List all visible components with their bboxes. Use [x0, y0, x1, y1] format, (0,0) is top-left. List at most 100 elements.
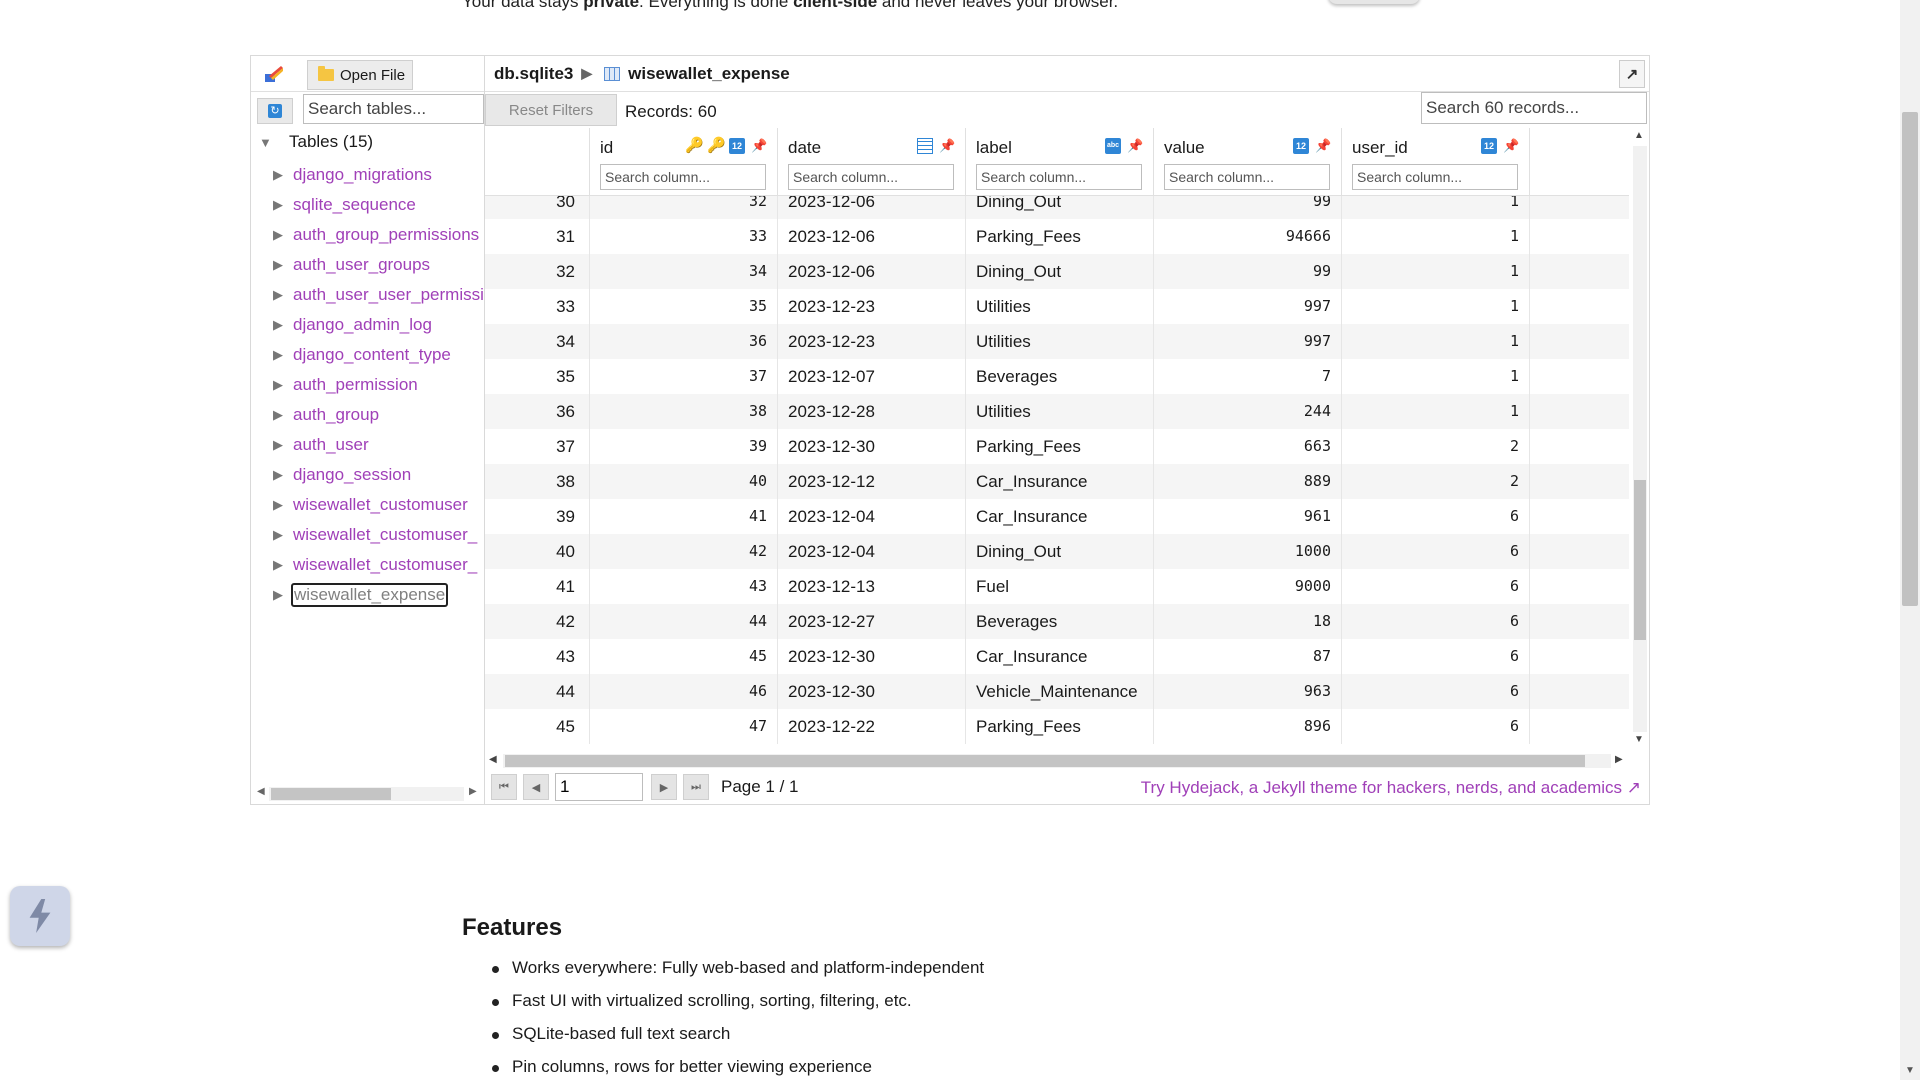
row-number[interactable]: 32 — [485, 254, 589, 289]
cell-value[interactable]: 1000 — [1153, 534, 1341, 569]
row-number[interactable]: 40 — [485, 534, 589, 569]
expand-right-icon[interactable]: ▶ — [251, 407, 291, 423]
cell-date[interactable]: 2023-12-12 — [777, 464, 965, 499]
open-external-button[interactable]: ↗ — [1619, 60, 1645, 88]
table-row[interactable]: 44 46 2023-12-30 Vehicle_Maintenance 963 6 — [485, 674, 1629, 709]
row-number[interactable]: 34 — [485, 324, 589, 359]
row-number[interactable]: 43 — [485, 639, 589, 674]
table-row[interactable]: 33 35 2023-12-23 Utilities 997 1 — [485, 289, 1629, 324]
refresh-button[interactable]: ↻ — [257, 98, 293, 124]
grid-horizontal-scrollbar[interactable]: ◀ ▶ — [485, 750, 1629, 770]
cell-date[interactable]: 2023-12-06 — [777, 254, 965, 289]
row-number[interactable]: 33 — [485, 289, 589, 324]
scroll-down-arrow[interactable]: ▼ — [1634, 734, 1644, 745]
cell-label[interactable]: Car_Insurance — [965, 499, 1153, 534]
scroll-left-arrow[interactable]: ◀ — [257, 786, 265, 797]
row-number[interactable]: 36 — [485, 394, 589, 429]
column-search-input-value[interactable] — [1164, 164, 1330, 190]
cell-user_id[interactable]: 1 — [1341, 394, 1529, 429]
cell-id[interactable]: 47 — [589, 709, 777, 744]
table-row[interactable]: 32 34 2023-12-06 Dining_Out 99 1 — [485, 254, 1629, 289]
sidebar-table-item[interactable]: ▶ wisewallet_customuser_ — [251, 520, 484, 550]
cell-label[interactable]: Utilities — [965, 394, 1153, 429]
cell-value[interactable]: 997 — [1153, 324, 1341, 359]
pin-column-icon[interactable]: 📌 — [939, 138, 955, 154]
cell-label[interactable]: Fuel — [965, 569, 1153, 604]
scroll-right-arrow[interactable]: ▶ — [1615, 754, 1623, 765]
row-number[interactable]: 41 — [485, 569, 589, 604]
cell-label[interactable]: Parking_Fees — [965, 219, 1153, 254]
expand-right-icon[interactable]: ▶ — [251, 317, 291, 333]
cell-date[interactable]: 2023-12-22 — [777, 709, 965, 744]
sidebar-horizontal-scrollbar[interactable]: ◀ ▶ — [251, 780, 484, 802]
cell-value[interactable]: 99 — [1153, 254, 1341, 289]
table-name-link[interactable]: sqlite_sequence — [291, 194, 418, 216]
table-name-link[interactable]: auth_user_groups — [291, 254, 432, 276]
floating-action-button[interactable] — [10, 886, 70, 946]
column-search-input-label[interactable] — [976, 164, 1142, 190]
expand-right-icon[interactable]: ▶ — [251, 437, 291, 453]
table-row[interactable]: 39 41 2023-12-04 Car_Insurance 961 6 — [485, 499, 1629, 534]
cell-label[interactable]: Parking_Fees — [965, 429, 1153, 464]
table-row[interactable]: 42 44 2023-12-27 Beverages 18 6 — [485, 604, 1629, 639]
cell-date[interactable]: 2023-12-06 — [777, 219, 965, 254]
prev-page-button[interactable]: ◀ — [523, 774, 549, 800]
table-row[interactable]: 31 33 2023-12-06 Parking_Fees 94666 1 — [485, 219, 1629, 254]
expand-right-icon[interactable]: ▶ — [251, 467, 291, 483]
table-row[interactable]: 38 40 2023-12-12 Car_Insurance 889 2 — [485, 464, 1629, 499]
expand-right-icon[interactable]: ▶ — [251, 347, 291, 363]
row-number[interactable]: 44 — [485, 674, 589, 709]
table-name-link[interactable]: django_session — [291, 464, 413, 486]
cell-id[interactable]: 36 — [589, 324, 777, 359]
cell-value[interactable]: 87 — [1153, 639, 1341, 674]
cell-id[interactable]: 43 — [589, 569, 777, 604]
table-name-link[interactable]: django_admin_log — [291, 314, 434, 336]
pin-column-icon[interactable]: 📌 — [1315, 138, 1331, 154]
table-row[interactable]: 34 36 2023-12-23 Utilities 997 1 — [485, 324, 1629, 359]
expand-right-icon[interactable]: ▶ — [251, 287, 291, 303]
cell-id[interactable]: 45 — [589, 639, 777, 674]
sidebar-table-item[interactable]: ▶ sqlite_sequence — [251, 190, 484, 220]
last-page-button[interactable]: ⏭ — [683, 774, 709, 800]
expand-right-icon[interactable]: ▶ — [251, 257, 291, 273]
table-row[interactable]: 35 37 2023-12-07 Beverages 7 1 — [485, 359, 1629, 394]
cell-id[interactable]: 38 — [589, 394, 777, 429]
cell-date[interactable]: 2023-12-28 — [777, 394, 965, 429]
top-button[interactable] — [1328, 0, 1420, 4]
cell-user_id[interactable]: 2 — [1341, 464, 1529, 499]
cell-label[interactable]: Car_Insurance — [965, 464, 1153, 499]
sidebar-table-item[interactable]: ▶ wisewallet_customuser — [251, 490, 484, 520]
table-row[interactable]: 41 43 2023-12-13 Fuel 9000 6 — [485, 569, 1629, 604]
page-number-input[interactable] — [555, 773, 643, 801]
cell-user_id[interactable]: 1 — [1341, 289, 1529, 324]
cell-user_id[interactable]: 6 — [1341, 709, 1529, 744]
cell-value[interactable]: 961 — [1153, 499, 1341, 534]
cell-user_id[interactable]: 1 — [1341, 219, 1529, 254]
cell-user_id[interactable]: 1 — [1341, 324, 1529, 359]
sidebar-table-item[interactable]: ▶ wisewallet_customuser_ — [251, 550, 484, 580]
page-scrollbar-thumb[interactable] — [1902, 112, 1918, 606]
expand-right-icon[interactable]: ▶ — [251, 557, 291, 573]
grid-vertical-scrollbar[interactable]: ▲ ▼ — [1629, 128, 1649, 750]
cell-label[interactable]: Dining_Out — [965, 534, 1153, 569]
tables-tree-root[interactable]: ▼ Tables (15) — [259, 132, 373, 152]
row-number[interactable]: 37 — [485, 429, 589, 464]
table-name-link[interactable]: django_content_type — [291, 344, 453, 366]
cell-user_id[interactable]: 6 — [1341, 639, 1529, 674]
cell-date[interactable]: 2023-12-07 — [777, 359, 965, 394]
row-number[interactable]: 45 — [485, 709, 589, 744]
column-search-input-date[interactable] — [788, 164, 954, 190]
sidebar-table-item[interactable]: ▶ auth_permission — [251, 370, 484, 400]
cell-label[interactable]: Utilities — [965, 324, 1153, 359]
cell-id[interactable]: 40 — [589, 464, 777, 499]
sidebar-table-item[interactable]: ▶ auth_user — [251, 430, 484, 460]
table-name-link[interactable]: auth_user_user_permissions — [291, 284, 484, 306]
column-search-input-id[interactable] — [600, 164, 766, 190]
row-number[interactable]: 39 — [485, 499, 589, 534]
hydejack-promo-link[interactable]: Try Hydejack, a Jekyll theme for hackers… — [1141, 778, 1641, 798]
cell-value[interactable]: 9000 — [1153, 569, 1341, 604]
table-row[interactable]: 43 45 2023-12-30 Car_Insurance 87 6 — [485, 639, 1629, 674]
breadcrumb-database[interactable]: db.sqlite3 — [494, 64, 573, 84]
pin-column-icon[interactable]: 📌 — [1127, 138, 1143, 154]
pin-column-icon[interactable]: 📌 — [1503, 138, 1519, 154]
